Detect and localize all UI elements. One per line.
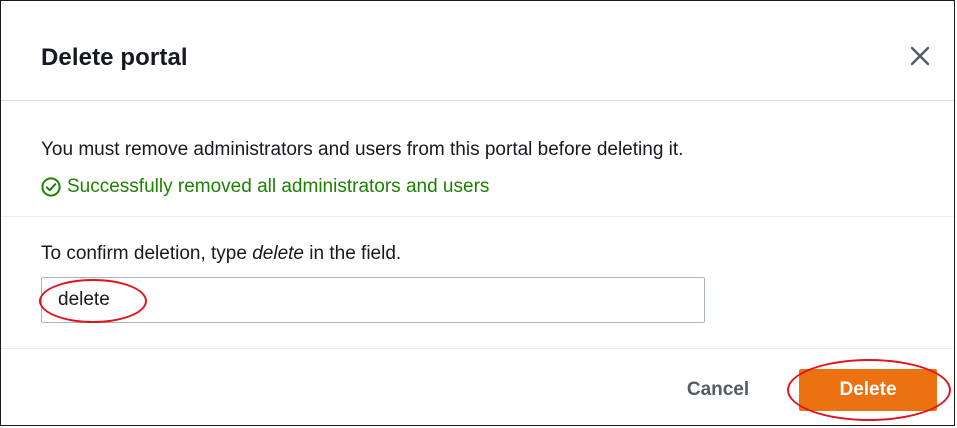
success-status: Successfully removed all administrators … [41,176,489,198]
confirm-section: To confirm deletion, type delete in the … [1,217,954,349]
check-circle-icon [41,177,61,197]
dialog-title: Delete portal [41,44,188,71]
warning-message: You must remove administrators and users… [41,139,684,160]
close-icon [910,46,930,66]
confirm-delete-input[interactable] [41,277,705,323]
close-button[interactable] [906,42,934,70]
confirm-label-prefix: To confirm deletion, type [41,243,253,264]
confirm-label-keyword: delete [252,243,304,264]
cancel-button[interactable]: Cancel [663,371,773,409]
delete-button[interactable]: Delete [799,369,937,411]
dialog-body: You must remove administrators and users… [1,101,954,217]
confirm-label: To confirm deletion, type delete in the … [41,243,401,265]
delete-portal-dialog: Delete portal You must remove administra… [0,0,955,426]
dialog-header: Delete portal [1,1,954,101]
success-text: Successfully removed all administrators … [67,176,490,197]
dialog-footer: Cancel Delete [1,349,954,427]
confirm-label-suffix: in the field. [304,243,402,264]
